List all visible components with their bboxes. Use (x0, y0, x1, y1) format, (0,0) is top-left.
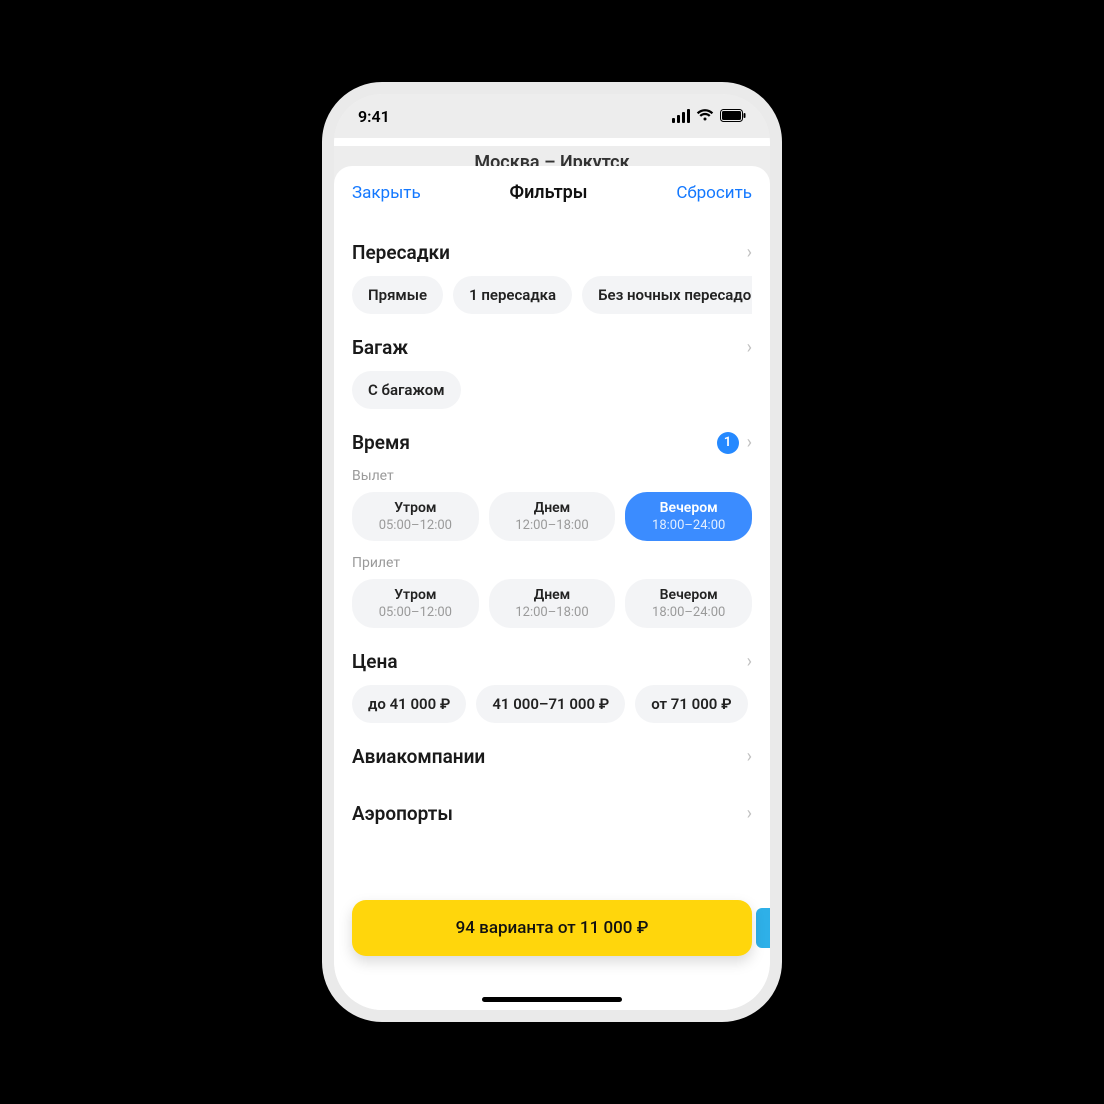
price-row[interactable]: Цена › (352, 650, 752, 673)
chevron-right-icon: › (747, 746, 752, 767)
chevron-right-icon: › (747, 337, 752, 358)
airlines-row[interactable]: Авиакомпании › (352, 745, 752, 768)
section-baggage: Багаж › С багажом (334, 322, 770, 417)
arrival-evening[interactable]: Вечером 18:00–24:00 (625, 579, 752, 628)
chevron-right-icon: › (747, 432, 752, 453)
chevron-right-icon: › (747, 803, 752, 824)
transfers-chips: Прямые 1 пересадка Без ночных пересадок (352, 276, 752, 314)
departure-chips: Утром 05:00–12:00 Днем 12:00–18:00 Вечер… (352, 492, 752, 541)
time-title: Время (352, 431, 410, 454)
section-airlines: Авиакомпании › (334, 731, 770, 788)
time-row[interactable]: Время 1 › (352, 431, 752, 454)
wifi-icon (696, 107, 714, 126)
chevron-right-icon: › (747, 651, 752, 672)
home-indicator[interactable] (482, 997, 622, 1002)
section-time: Время 1 › Вылет Утром 05:00–12:00 (334, 417, 770, 636)
arrival-day[interactable]: Днем 12:00–18:00 (489, 579, 616, 628)
transfers-row[interactable]: Пересадки › (352, 241, 752, 264)
baggage-chips: С багажом (352, 371, 752, 409)
baggage-title: Багаж (352, 336, 408, 359)
chip-price-high[interactable]: от 71 000 ₽ (635, 685, 747, 723)
chip-no-night[interactable]: Без ночных пересадок (582, 276, 752, 314)
arrival-morning[interactable]: Утром 05:00–12:00 (352, 579, 479, 628)
chevron-right-icon: › (747, 242, 752, 263)
sheet-content[interactable]: Пересадки › Прямые 1 пересадка Без ночны… (334, 219, 770, 1010)
section-airports: Аэропорты › (334, 788, 770, 845)
arrival-chips: Утром 05:00–12:00 Днем 12:00–18:00 Вечер… (352, 579, 752, 628)
price-chips: до 41 000 ₽ 41 000–71 000 ₽ от 71 000 ₽ (352, 685, 752, 723)
chip-price-low[interactable]: до 41 000 ₽ (352, 685, 466, 723)
chip-price-mid[interactable]: 41 000–71 000 ₽ (476, 685, 625, 723)
departure-morning[interactable]: Утром 05:00–12:00 (352, 492, 479, 541)
signal-icon (672, 109, 690, 123)
screen: 9:41 Москва – Иркутск Закрыть Фильтры Сб… (334, 94, 770, 1010)
section-transfers: Пересадки › Прямые 1 пересадка Без ночны… (334, 227, 770, 322)
reset-button[interactable]: Сбросить (676, 183, 752, 203)
filters-sheet: Закрыть Фильтры Сбросить Пересадки › Пря… (334, 166, 770, 1010)
sheet-header: Закрыть Фильтры Сбросить (334, 166, 770, 219)
chip-one-stop[interactable]: 1 пересадка (453, 276, 572, 314)
chip-direct[interactable]: Прямые (352, 276, 443, 314)
baggage-row[interactable]: Багаж › (352, 336, 752, 359)
section-price: Цена › до 41 000 ₽ 41 000–71 000 ₽ от 71… (334, 636, 770, 731)
status-icons (672, 107, 746, 126)
price-title: Цена (352, 650, 398, 673)
time-head-right: 1 › (717, 432, 752, 454)
battery-icon (720, 107, 746, 126)
arrival-label: Прилет (352, 555, 752, 571)
show-results-button[interactable]: 94 варианта от 11 000 ₽ (352, 900, 752, 956)
status-bar: 9:41 (334, 94, 770, 138)
cta-wrap: 94 варианта от 11 000 ₽ (352, 900, 752, 956)
airlines-title: Авиакомпании (352, 745, 485, 768)
phone-frame: 9:41 Москва – Иркутск Закрыть Фильтры Сб… (322, 82, 782, 1022)
departure-day[interactable]: Днем 12:00–18:00 (489, 492, 616, 541)
time-badge: 1 (717, 432, 739, 454)
transfers-title: Пересадки (352, 241, 450, 264)
chip-with-baggage[interactable]: С багажом (352, 371, 461, 409)
status-time: 9:41 (358, 107, 390, 126)
close-button[interactable]: Закрыть (352, 183, 421, 203)
departure-label: Вылет (352, 468, 752, 484)
airports-title: Аэропорты (352, 802, 453, 825)
sheet-title: Фильтры (510, 182, 588, 203)
departure-evening[interactable]: Вечером 18:00–24:00 (625, 492, 752, 541)
widget-peek[interactable] (756, 908, 770, 948)
airports-row[interactable]: Аэропорты › (352, 802, 752, 825)
